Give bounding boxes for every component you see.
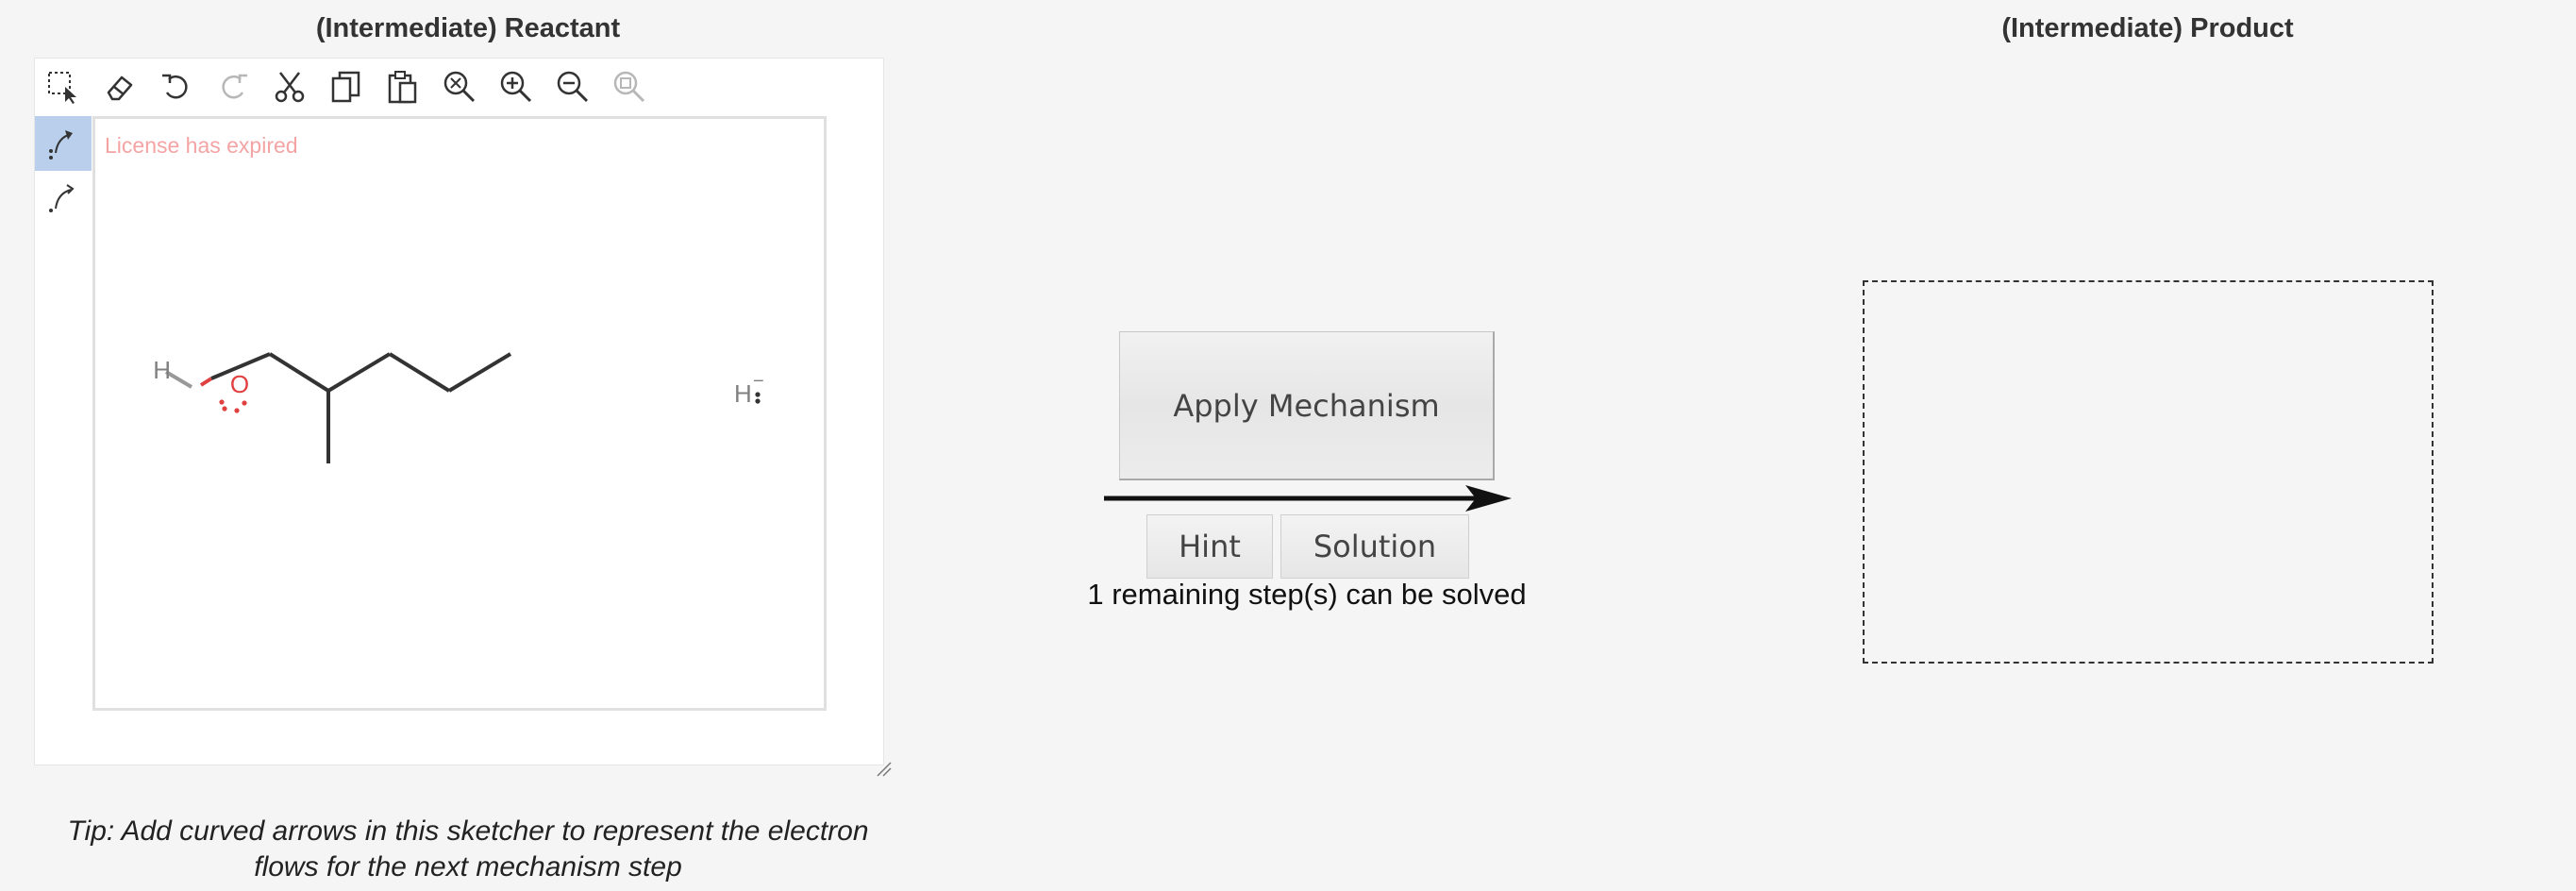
hydride-lone-pair-dot — [755, 398, 761, 404]
reaction-arrow-icon — [1104, 485, 1512, 512]
bond-c1-c2 — [268, 352, 330, 393]
zoom-reset-icon[interactable] — [439, 66, 480, 108]
resize-handle-icon[interactable] — [874, 759, 893, 778]
molecule-structure[interactable]: H O H − — [95, 119, 824, 708]
eraser-icon[interactable] — [99, 66, 141, 108]
reactant-sketcher[interactable]: License has expired H O H − — [34, 58, 892, 777]
lone-pair-dot — [222, 406, 227, 412]
zoom-in-icon[interactable] — [495, 66, 537, 108]
sketcher-side-toolbar — [35, 116, 92, 767]
tip-text: Tip: Add curved arrows in this sketcher … — [67, 815, 869, 883]
copy-icon[interactable] — [326, 66, 367, 108]
solution-button[interactable]: Solution — [1280, 514, 1469, 579]
hydride-lone-pair-dot — [755, 392, 761, 397]
remaining-steps-text: 1 remaining step(s) can be solved — [1087, 578, 1527, 611]
bond-c2-c3 — [326, 352, 392, 393]
hint-button[interactable]: Hint — [1146, 514, 1273, 579]
product-drop-area[interactable] — [1863, 280, 2434, 664]
curved-arrow-single-icon[interactable] — [35, 172, 92, 227]
apply-mechanism-button[interactable]: Apply Mechanism — [1119, 331, 1495, 480]
bond-c4-c5 — [447, 352, 512, 393]
cut-icon[interactable] — [269, 66, 310, 108]
bond-o-c1-a — [199, 377, 213, 387]
selection-icon[interactable] — [42, 66, 84, 108]
zoom-fit-icon[interactable] — [609, 66, 650, 108]
redo-icon[interactable] — [212, 66, 254, 108]
curved-arrow-pair-icon[interactable] — [35, 116, 92, 171]
zoom-out-icon[interactable] — [552, 66, 594, 108]
lone-pair-dot — [219, 399, 225, 405]
product-title: (Intermediate) Product — [2001, 13, 2294, 43]
undo-icon[interactable] — [156, 66, 197, 108]
bond-c3-c4 — [388, 352, 451, 393]
atom-hydrogen: H — [153, 356, 171, 384]
sketcher-canvas[interactable]: License has expired H O H − — [92, 116, 827, 711]
lone-pair-dot — [242, 400, 247, 406]
hydride-charge: − — [753, 371, 764, 392]
lone-pair-dot — [234, 408, 240, 413]
sketcher-toolbar — [35, 59, 884, 115]
reactant-title: (Intermediate) Reactant — [315, 13, 621, 43]
hydride-atom: H — [734, 379, 752, 408]
atom-oxygen: O — [230, 370, 249, 398]
paste-icon[interactable] — [382, 66, 424, 108]
